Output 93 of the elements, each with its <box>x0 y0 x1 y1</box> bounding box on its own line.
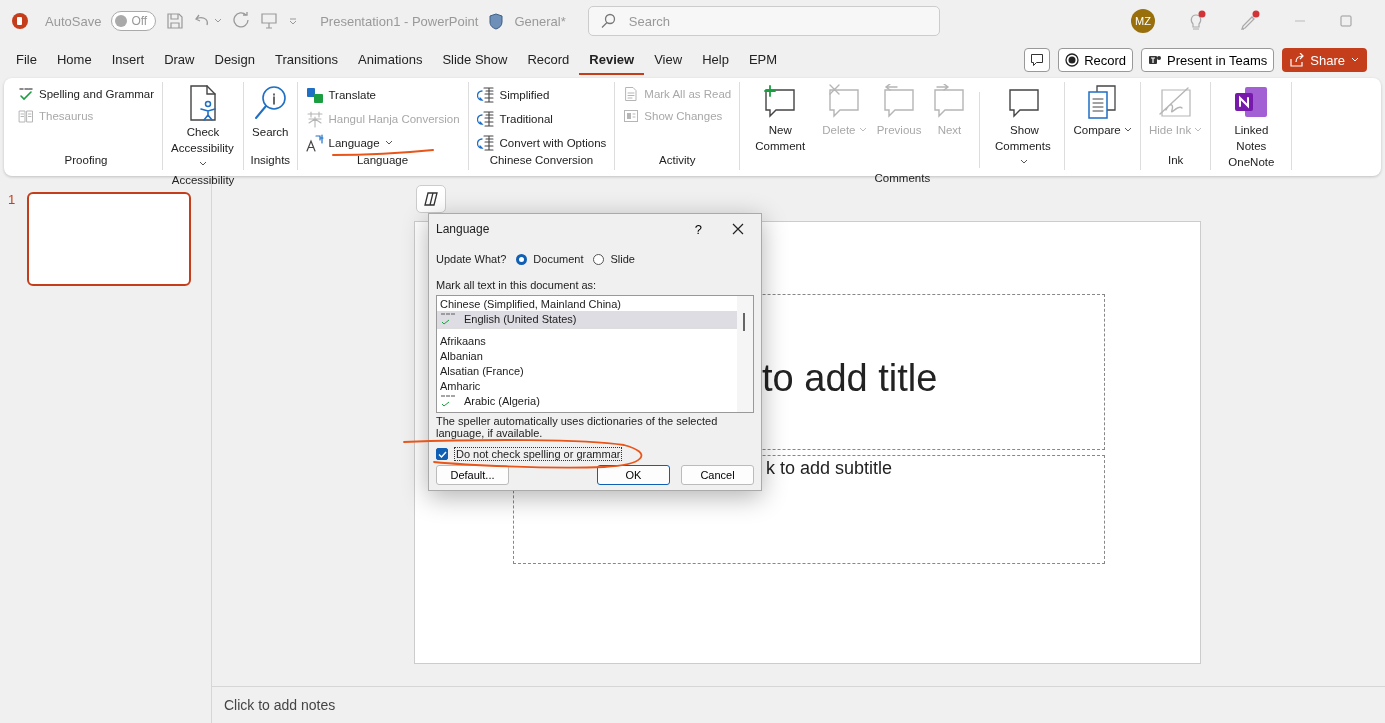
user-avatar[interactable]: MZ <box>1131 9 1155 33</box>
close-button[interactable] <box>730 221 746 237</box>
ribbon-button[interactable]: Convert with Options <box>472 132 611 154</box>
autosave-label: AutoSave <box>45 13 102 29</box>
update-label: Update What? <box>436 253 507 265</box>
maximize-icon[interactable] <box>1339 14 1353 28</box>
character-icon <box>305 110 324 128</box>
ribbon-tab[interactable]: Insert <box>101 45 155 75</box>
ribbon-tab[interactable]: Draw <box>154 45 205 75</box>
group-label: Chinese Conversion <box>488 154 595 168</box>
document-list-icon <box>623 86 640 102</box>
caret-icon[interactable] <box>214 17 223 25</box>
ribbon-tab[interactable]: Record <box>517 45 580 75</box>
character-convert-icon <box>476 134 495 152</box>
share-icon <box>1290 53 1305 67</box>
search-field[interactable]: Search <box>587 6 940 36</box>
ribbon-button[interactable]: Language <box>301 132 464 154</box>
group-label: Insights <box>249 154 292 168</box>
notes-pane[interactable]: Click to add notes <box>212 686 1385 723</box>
scrollbar[interactable] <box>737 296 753 412</box>
language-list[interactable]: Chinese (Simplified, Mainland China) English (United States) Afrikaans Albanian Alsatian (France) Amharic Arabic (Algeria) <box>436 295 754 413</box>
present-in-teams-button[interactable]: Present in Teams <box>1141 48 1275 72</box>
ribbon-tab[interactable]: Help <box>692 45 739 75</box>
customize-icon[interactable] <box>288 16 299 26</box>
ribbon-tab[interactable]: Review <box>579 45 645 75</box>
dialog-button[interactable]: OK <box>597 465 670 485</box>
group-label: Comments <box>873 172 932 184</box>
group-label: OneNote <box>1227 156 1276 170</box>
translate-icon <box>305 86 324 104</box>
language-name: Amharic <box>440 379 481 392</box>
ribbon-tab[interactable]: Design <box>204 45 265 75</box>
ribbon-button[interactable]: Spelling and Grammar <box>14 84 159 104</box>
comments-button[interactable] <box>1024 48 1051 72</box>
notes-placeholder: Click to add notes <box>224 697 336 713</box>
document-title: Presentation1 - PowerPoint <box>320 13 479 29</box>
dialog-title: Language <box>436 222 490 236</box>
ribbon-button[interactable]: Show Comments <box>988 82 1061 172</box>
notebook-icon <box>1233 84 1270 120</box>
language-option[interactable]: English (United States) <box>437 311 737 329</box>
subtitle-text: k to add subtitle <box>766 458 893 480</box>
speech-bubble-icon <box>1030 53 1045 67</box>
search-icon <box>253 84 288 122</box>
slide-number: 1 <box>8 192 16 209</box>
ribbon-button[interactable]: Linked Notes <box>1215 82 1288 156</box>
presentation-icon[interactable] <box>260 12 279 30</box>
ribbon-tab[interactable]: Home <box>46 45 102 75</box>
ribbon-tab[interactable]: Slide Show <box>432 45 518 75</box>
dialog-button[interactable]: Default... <box>436 465 509 485</box>
dialog-button[interactable]: Cancel <box>681 465 754 485</box>
record-button[interactable]: Record <box>1058 48 1134 72</box>
group-label: Accessibility <box>170 174 236 186</box>
language-name: Afrikaans <box>440 334 486 347</box>
close-icon <box>732 223 744 235</box>
redo-icon[interactable] <box>232 12 251 30</box>
character-convert-icon <box>476 110 495 128</box>
caret-icon <box>1351 56 1359 64</box>
group-label: Activity <box>658 154 697 168</box>
ribbon-button[interactable]: Simplified <box>472 84 611 106</box>
ribbon-tab[interactable]: EPM <box>738 45 788 75</box>
changes-icon <box>623 108 640 124</box>
save-icon[interactable] <box>166 12 185 30</box>
language-name: Albanian <box>440 349 483 362</box>
scope-radio[interactable]: Document <box>516 253 584 265</box>
ribbon-tab[interactable]: Animations <box>348 45 433 75</box>
pen-icon[interactable] <box>1239 10 1261 32</box>
ribbon-button[interactable]: New Comment <box>744 82 817 172</box>
spelling-icon <box>18 86 34 102</box>
ribbon-tab[interactable]: View <box>644 45 693 75</box>
share-button[interactable]: Share <box>1282 48 1367 72</box>
ribbon-button[interactable]: Check Accessibility <box>167 82 240 174</box>
check-icon <box>437 449 447 459</box>
ribbon-button[interactable]: Traditional <box>472 108 611 130</box>
book-icon <box>18 108 34 124</box>
ribbon-button[interactable]: Compare <box>1069 82 1136 154</box>
ink-icon <box>1157 84 1194 120</box>
record-icon <box>1065 53 1080 67</box>
app-icon[interactable] <box>11 12 29 30</box>
slide-thumbnail[interactable] <box>27 192 192 286</box>
group-label: Proofing <box>63 154 109 168</box>
ribbon-tab[interactable]: File <box>6 45 47 75</box>
ribbon-tab[interactable]: Transitions <box>264 45 349 75</box>
teams-icon <box>1148 53 1163 67</box>
ribbon-button[interactable]: Translate <box>301 84 464 106</box>
language-icon <box>305 134 324 152</box>
help-button[interactable]: ? <box>688 220 708 238</box>
shield-icon[interactable] <box>488 12 505 30</box>
list-label: Mark all text in this document as: <box>436 279 598 293</box>
ribbon-button[interactable]: Search <box>248 82 293 154</box>
character-convert-icon <box>476 86 495 104</box>
group-label: Ink <box>1167 154 1185 168</box>
scope-radio[interactable]: Slide <box>593 253 635 265</box>
title-text: to add title <box>762 356 938 400</box>
group-label: Language <box>355 154 410 168</box>
